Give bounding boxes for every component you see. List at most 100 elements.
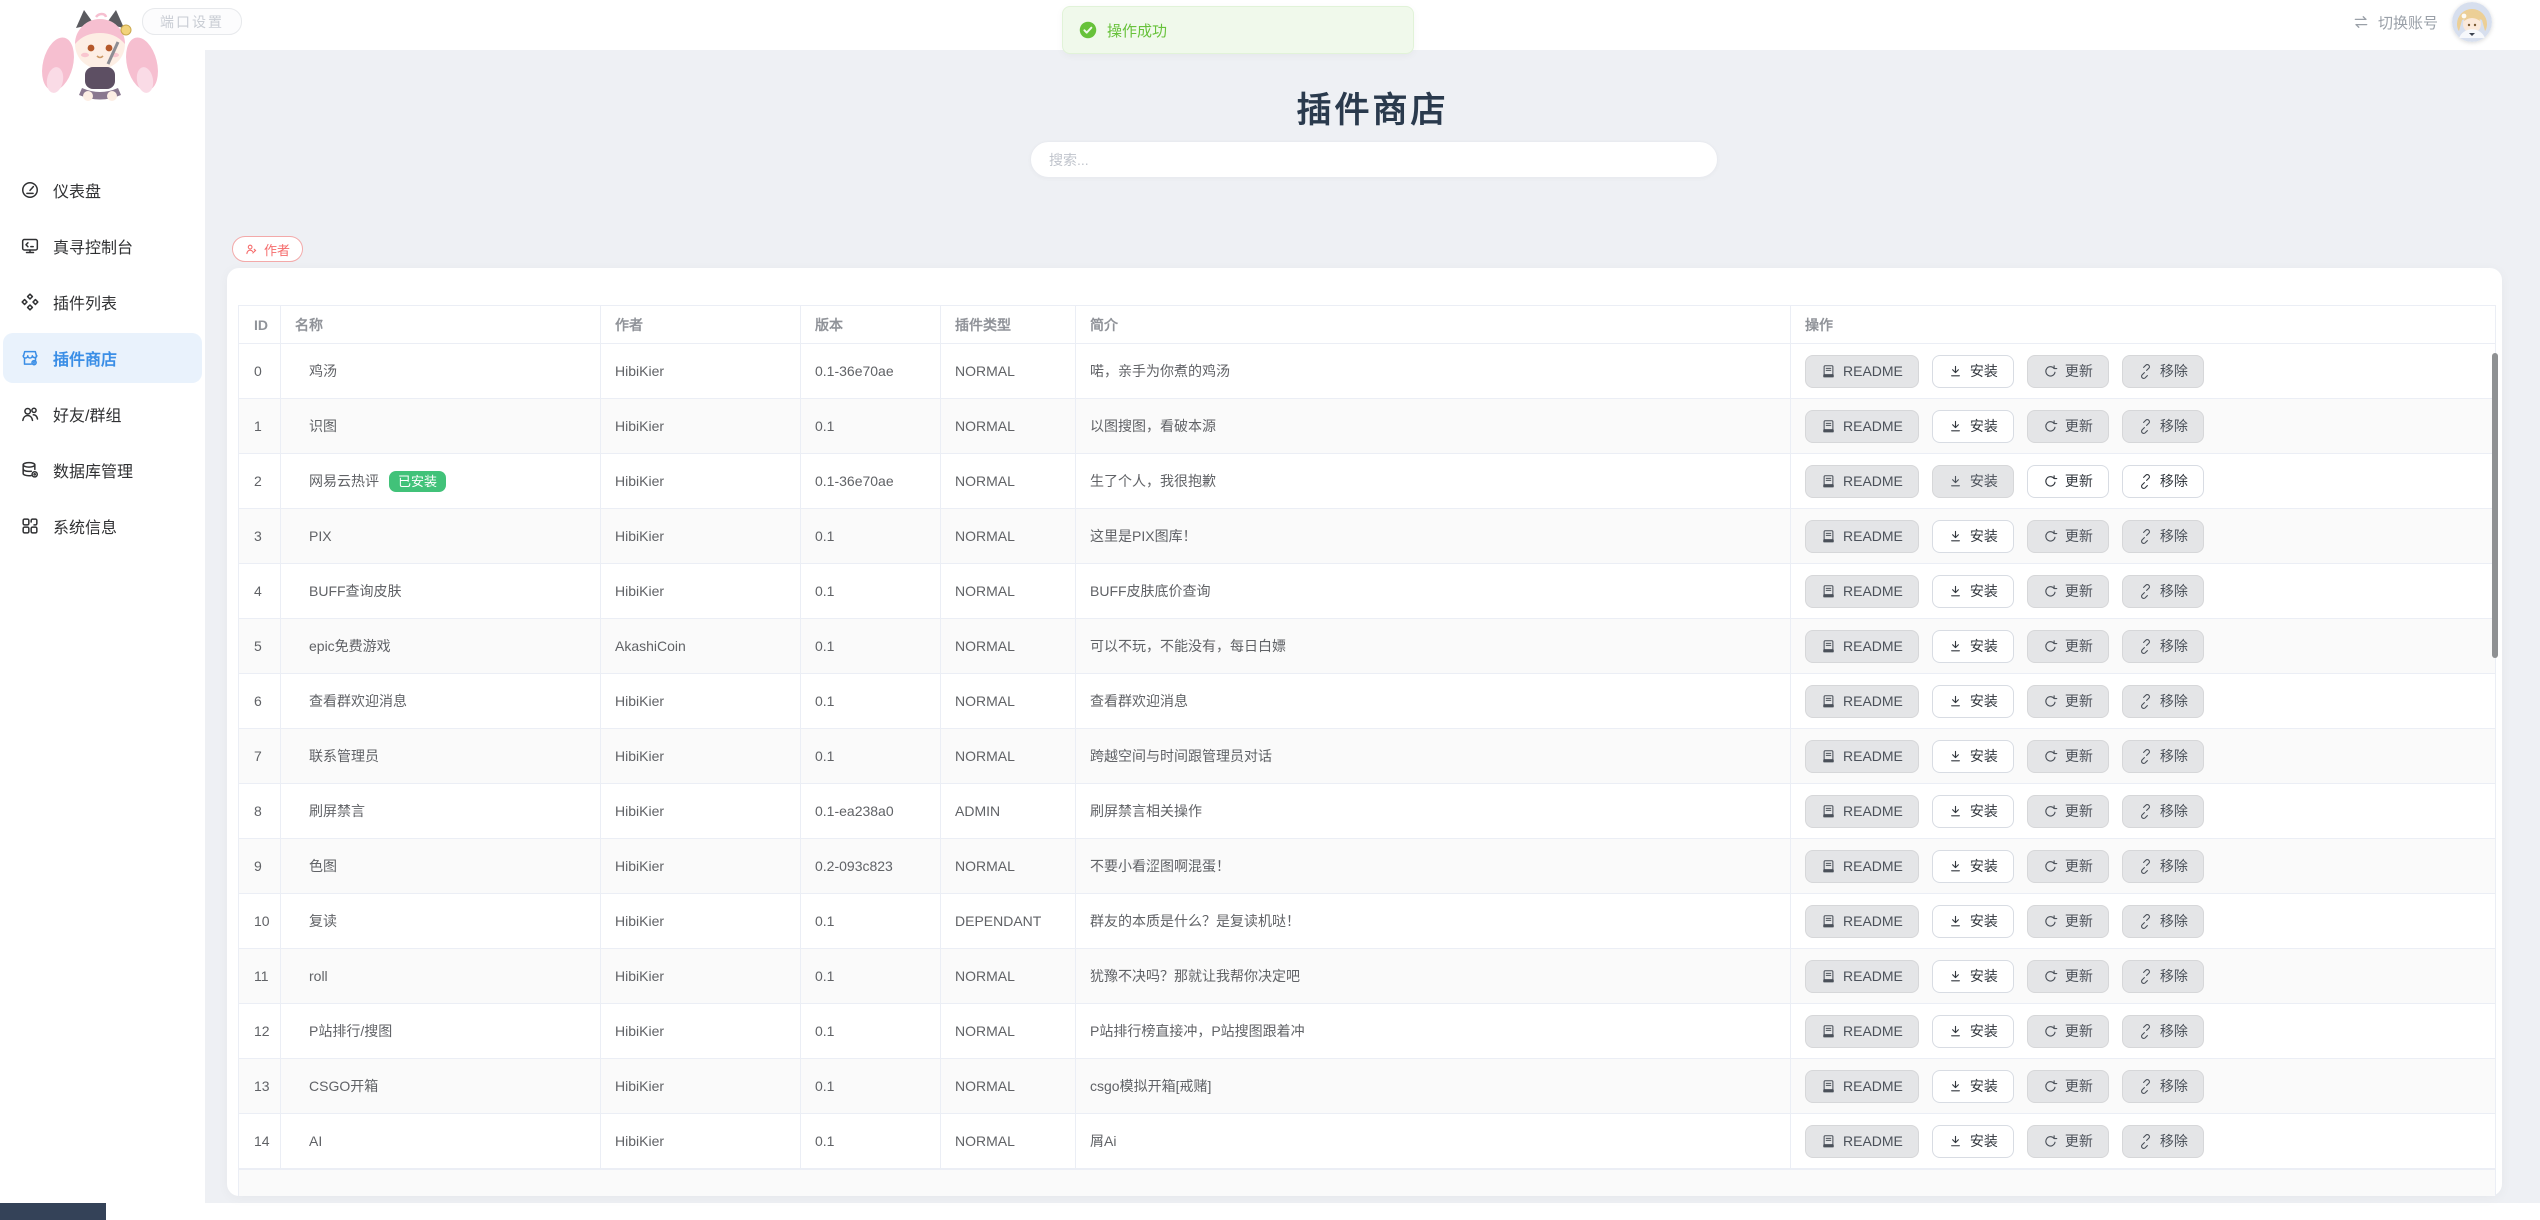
install-button[interactable]: 安装 [1932, 740, 2014, 773]
update-button[interactable]: 更新 [2027, 520, 2109, 553]
remove-button[interactable]: 移除 [2122, 1015, 2204, 1048]
cell-name: AI [281, 1114, 601, 1169]
install-button[interactable]: 安装 [1932, 1070, 2014, 1103]
update-button[interactable]: 更新 [2027, 740, 2109, 773]
install-button[interactable]: 安装 [1932, 520, 2014, 553]
refresh-icon [2043, 859, 2058, 874]
update-button-label: 更新 [2065, 1131, 2093, 1151]
search-input[interactable] [1030, 141, 1718, 178]
install-button[interactable]: 安装 [1932, 685, 2014, 718]
remove-button[interactable]: 移除 [2122, 960, 2204, 993]
sidebar-item-store[interactable]: 插件商店 [0, 330, 205, 386]
readme-button[interactable]: README [1805, 1070, 1919, 1103]
sidebar-item-friends[interactable]: 好友/群组 [0, 386, 205, 442]
remove-button[interactable]: 移除 [2122, 1070, 2204, 1103]
update-button[interactable]: 更新 [2027, 1015, 2109, 1048]
update-button[interactable]: 更新 [2027, 410, 2109, 443]
update-button[interactable]: 更新 [2027, 1070, 2109, 1103]
cell-id: 4 [239, 564, 281, 619]
toast-message: 操作成功 [1107, 20, 1167, 41]
unlink-icon [2138, 914, 2153, 929]
remove-button[interactable]: 移除 [2122, 740, 2204, 773]
remove-button[interactable]: 移除 [2122, 465, 2204, 498]
remove-button[interactable]: 移除 [2122, 685, 2204, 718]
cell-desc: 群友的本质是什么？是复读机哒！ [1076, 894, 1791, 949]
remove-button[interactable]: 移除 [2122, 575, 2204, 608]
install-button[interactable]: 安装 [1932, 575, 2014, 608]
install-button[interactable]: 安装 [1932, 1125, 2014, 1158]
update-button[interactable]: 更新 [2027, 905, 2109, 938]
update-button[interactable]: 更新 [2027, 685, 2109, 718]
readme-button-label: README [1843, 1078, 1903, 1094]
sidebar-item-dashboard[interactable]: 仪表盘 [0, 162, 205, 218]
author-filter-button[interactable]: 作者 [232, 236, 303, 262]
remove-button[interactable]: 移除 [2122, 630, 2204, 663]
update-button[interactable]: 更新 [2027, 795, 2109, 828]
sidebar-item-console[interactable]: 真寻控制台 [0, 218, 205, 274]
readme-button[interactable]: README [1805, 465, 1919, 498]
install-button[interactable]: 安装 [1932, 960, 2014, 993]
install-button[interactable]: 安装 [1932, 465, 2014, 498]
readme-button[interactable]: README [1805, 630, 1919, 663]
remove-button[interactable]: 移除 [2122, 520, 2204, 553]
install-button[interactable]: 安装 [1932, 630, 2014, 663]
remove-button[interactable]: 移除 [2122, 905, 2204, 938]
readme-button[interactable]: README [1805, 575, 1919, 608]
cell-actions: README 安装更新移除 [1791, 949, 2495, 1004]
sidebar-item-plugins[interactable]: 插件列表 [0, 274, 205, 330]
readme-icon [1821, 859, 1836, 874]
switch-account-button[interactable]: 切换账号 [2352, 12, 2438, 33]
update-button[interactable]: 更新 [2027, 355, 2109, 388]
install-button-label: 安装 [1970, 526, 1998, 546]
readme-button[interactable]: README [1805, 795, 1919, 828]
update-button[interactable]: 更新 [2027, 465, 2109, 498]
remove-button[interactable]: 移除 [2122, 355, 2204, 388]
install-button[interactable]: 安装 [1932, 795, 2014, 828]
readme-button[interactable]: README [1805, 960, 1919, 993]
sidebar-item-database[interactable]: 数据库管理 [0, 442, 205, 498]
cell-type: NORMAL [941, 674, 1076, 729]
readme-button[interactable]: README [1805, 1015, 1919, 1048]
remove-button[interactable]: 移除 [2122, 795, 2204, 828]
update-button[interactable]: 更新 [2027, 1125, 2109, 1158]
port-settings-button[interactable]: 端口设置 [142, 8, 242, 35]
refresh-icon [2043, 969, 2058, 984]
update-button[interactable]: 更新 [2027, 850, 2109, 883]
unlink-icon [2138, 859, 2153, 874]
readme-button[interactable]: README [1805, 685, 1919, 718]
cell-name: epic免费游戏 [281, 619, 601, 674]
update-button[interactable]: 更新 [2027, 960, 2109, 993]
remove-button[interactable]: 移除 [2122, 850, 2204, 883]
install-button[interactable]: 安装 [1932, 1015, 2014, 1048]
sidebar-item-system[interactable]: 系统信息 [0, 498, 205, 554]
table-scrollbar-thumb[interactable] [2492, 353, 2498, 658]
remove-button-label: 移除 [2160, 1021, 2188, 1041]
download-icon [1948, 859, 1963, 874]
install-button-label: 安装 [1970, 416, 1998, 436]
cell-id: 0 [239, 344, 281, 399]
readme-button[interactable]: README [1805, 410, 1919, 443]
update-button[interactable]: 更新 [2027, 630, 2109, 663]
cell-name: 色图 [281, 839, 601, 894]
readme-button[interactable]: README [1805, 355, 1919, 388]
update-button[interactable]: 更新 [2027, 575, 2109, 608]
install-button[interactable]: 安装 [1932, 905, 2014, 938]
readme-button[interactable]: README [1805, 740, 1919, 773]
readme-button[interactable]: README [1805, 850, 1919, 883]
readme-button-label: README [1843, 1133, 1903, 1149]
remove-button[interactable]: 移除 [2122, 1125, 2204, 1158]
readme-button[interactable]: README [1805, 520, 1919, 553]
cell-id: 10 [239, 894, 281, 949]
cell-version: 0.1 [801, 674, 941, 729]
install-button[interactable]: 安装 [1932, 355, 2014, 388]
readme-button[interactable]: README [1805, 905, 1919, 938]
cell-type: NORMAL [941, 619, 1076, 674]
readme-button[interactable]: README [1805, 1125, 1919, 1158]
plugin-table: ID名称作者版本插件类型简介操作 0鸡汤HibiKier0.1-36e70aeN… [238, 305, 2496, 1170]
cell-desc: 以图搜图，看破本源 [1076, 399, 1791, 454]
remove-button[interactable]: 移除 [2122, 410, 2204, 443]
install-button[interactable]: 安装 [1932, 850, 2014, 883]
install-button[interactable]: 安装 [1932, 410, 2014, 443]
cell-version: 0.1 [801, 564, 941, 619]
user-avatar[interactable] [2452, 2, 2492, 42]
